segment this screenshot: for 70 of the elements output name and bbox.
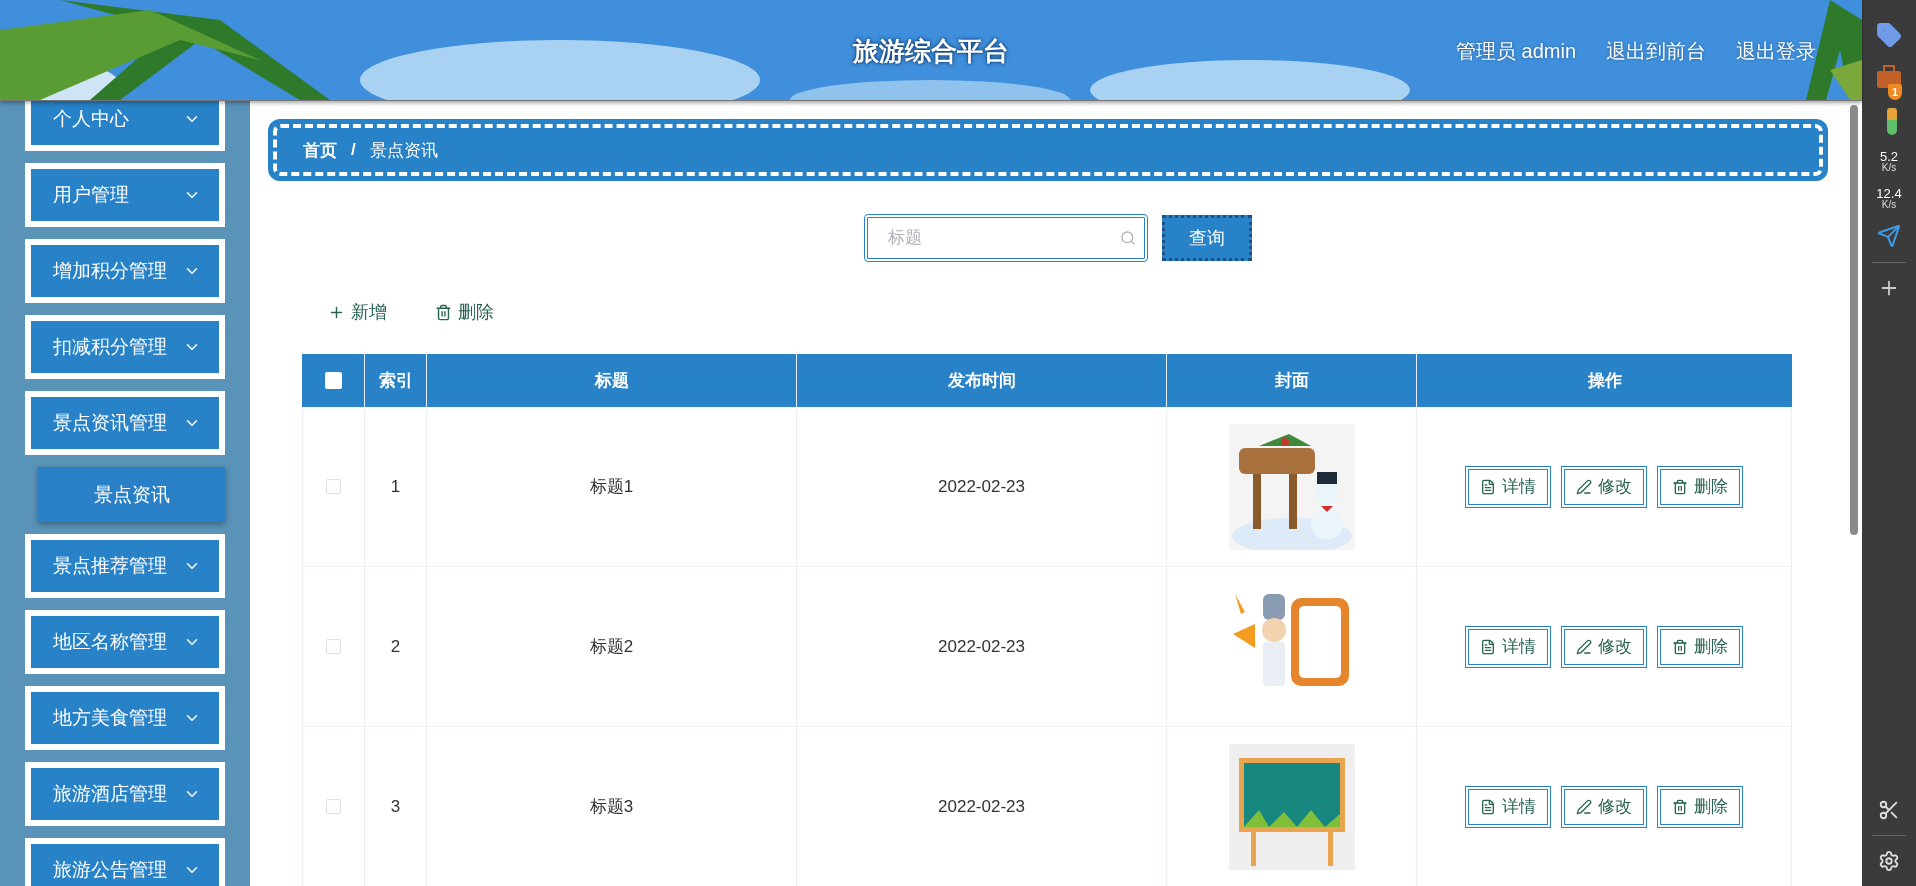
column-header: 标题 [594, 370, 629, 392]
document-icon [1480, 638, 1496, 655]
speed-unit: K/s [1881, 200, 1897, 210]
delete-button[interactable]: 删除 [1657, 465, 1743, 508]
speed-value: 5.2 [1879, 150, 1899, 163]
pen-icon [1576, 798, 1592, 815]
sidebar-subitem[interactable]: 景点资讯 [38, 467, 225, 522]
sidebar-item[interactable]: 景点推荐管理 [25, 534, 225, 598]
delete-button[interactable]: 删除 [1657, 785, 1743, 828]
sidebar-item[interactable]: 用户管理 [25, 163, 225, 227]
pen-icon [1576, 478, 1592, 495]
document-icon [1480, 478, 1496, 495]
document-icon [1480, 798, 1496, 815]
breadcrumb-link[interactable]: 首页 [303, 138, 337, 162]
table-cell: 1 [390, 476, 401, 497]
sidebar-item[interactable]: 旅游酒店管理 [25, 762, 225, 826]
sidebar-item[interactable]: 景点资讯管理 [25, 391, 225, 455]
detail-button[interactable]: 详情 [1465, 465, 1551, 508]
count-badge: 1 [1888, 84, 1902, 100]
query-button[interactable]: 查询 [1162, 215, 1252, 261]
header-link[interactable]: 退出到前台 [1606, 38, 1706, 65]
breadcrumb-link[interactable]: 景点资讯 [369, 138, 438, 162]
speed-unit: K/s [1881, 163, 1897, 173]
send-icon[interactable] [1877, 224, 1901, 248]
sidebar-item[interactable]: 增加积分管理 [25, 239, 225, 303]
column-header: 索引 [378, 370, 413, 392]
trash-icon [1672, 638, 1688, 655]
table-cell-text: 标题2 [589, 636, 634, 658]
row-checkbox[interactable] [326, 479, 341, 494]
table-cell: 2022-02-23 [938, 636, 1025, 657]
scissors-icon[interactable] [1878, 799, 1900, 821]
sidebar-item[interactable]: 地方美食管理 [25, 686, 225, 750]
detail-button[interactable]: 详情 [1465, 785, 1551, 828]
sidebar-item[interactable]: 扣减积分管理 [25, 315, 225, 379]
settings-icon[interactable] [1878, 850, 1900, 872]
sidebar-item[interactable]: 旅游公告管理 [25, 838, 225, 886]
table-cell-text: 标题3 [589, 796, 634, 818]
detail-button[interactable]: 详情 [1465, 625, 1551, 668]
table-cell: 3 [390, 796, 401, 817]
site-title: 旅游综合平台 [853, 35, 1009, 68]
sidebar-item[interactable]: 地区名称管理 [25, 610, 225, 674]
trash-icon [1672, 798, 1688, 815]
row-checkbox[interactable] [326, 799, 341, 814]
table-cell: 2022-02-23 [938, 796, 1025, 817]
header-link[interactable]: 退出登录 [1736, 38, 1816, 65]
edit-button[interactable]: 修改 [1561, 465, 1647, 508]
table-cell: 2 [390, 636, 401, 657]
sidebar-item[interactable]: 个人中心 [25, 101, 225, 151]
column-header: 操作 [1587, 370, 1622, 392]
row-checkbox[interactable] [326, 639, 341, 654]
trash-icon [435, 303, 452, 321]
speed-value: 12.4 [1876, 187, 1902, 200]
scrollbar[interactable] [1850, 105, 1858, 535]
column-header: 封面 [1274, 370, 1309, 392]
user-label: 管理员 admin [1455, 39, 1576, 64]
trash-icon [1672, 478, 1688, 495]
tag-icon[interactable] [1876, 22, 1902, 48]
select-all-checkbox[interactable] [324, 372, 342, 389]
breadcrumb-separator: / [351, 140, 356, 160]
delete-button[interactable]: 删除 [435, 300, 494, 324]
pen-icon [1576, 638, 1592, 655]
column-header: 发布时间 [947, 370, 1016, 392]
edit-button[interactable]: 修改 [1561, 785, 1647, 828]
delete-button[interactable]: 删除 [1657, 625, 1743, 668]
edit-button[interactable]: 修改 [1561, 625, 1647, 668]
search-icon [1120, 230, 1136, 246]
table-cell: 2022-02-23 [938, 476, 1025, 497]
table-cell-text: 标题1 [589, 476, 634, 498]
search-field[interactable]: 标题 [864, 214, 1148, 262]
add-button[interactable]: 新增 [328, 300, 387, 324]
